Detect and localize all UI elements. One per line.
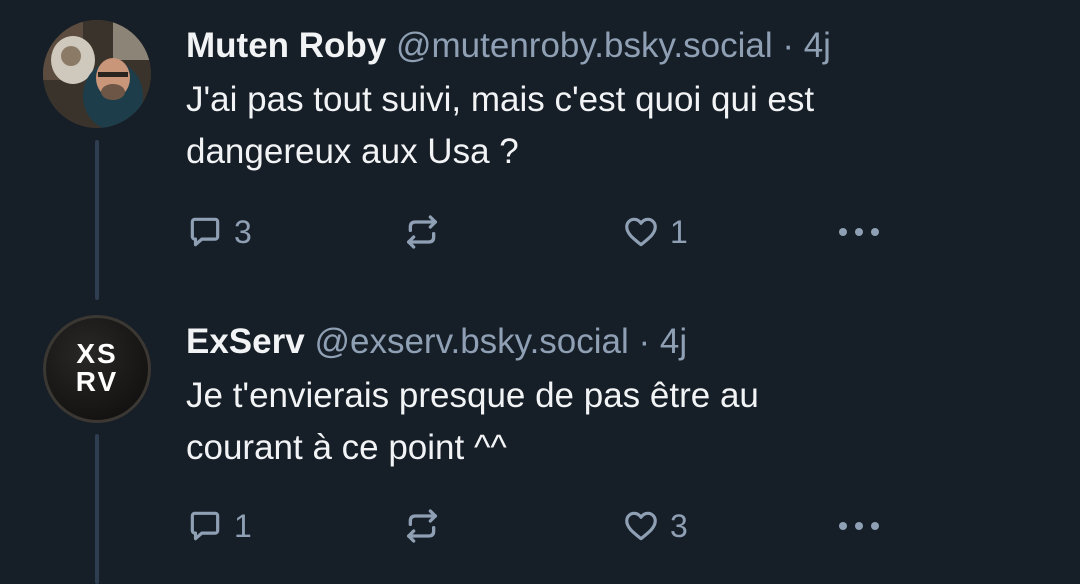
more-options-button[interactable]: [836, 506, 882, 546]
post-header: ExServ @exserv.bsky.social · 4j: [186, 318, 1040, 366]
post-actions: 3 1: [186, 212, 886, 252]
thread: Muten Roby @mutenroby.bsky.social · 4j J…: [0, 0, 1080, 584]
avatar-logo-text: XS: [76, 338, 118, 369]
post-text: J'ai pas tout suivi, mais c'est quoi qui…: [186, 74, 1040, 178]
post[interactable]: XS RV ExServ @exserv.bsky.social · 4j Je…: [0, 300, 1080, 584]
post-text-line: Je t'envierais presque de pas être au: [186, 376, 759, 415]
thread-line: [95, 434, 99, 584]
like-count: 3: [670, 508, 688, 544]
like-button[interactable]: 1: [622, 212, 688, 252]
reply-icon: [190, 217, 220, 247]
user-photo-avatar-icon: [43, 20, 151, 128]
more-icon: [839, 228, 879, 236]
post-text: Je t'envierais presque de pas être au co…: [186, 370, 1040, 474]
avatar[interactable]: XS RV: [43, 315, 151, 423]
post-text-line: J'ai pas tout suivi, mais c'est quoi qui…: [186, 80, 815, 119]
display-name[interactable]: Muten Roby: [186, 26, 386, 65]
separator: ·: [638, 322, 651, 361]
timestamp[interactable]: 4j: [660, 322, 687, 361]
reply-icon: [190, 511, 220, 541]
repost-button[interactable]: [402, 212, 442, 252]
more-icon: [839, 522, 879, 530]
thread-line: [95, 140, 99, 300]
avatar-logo-text: RV: [75, 366, 119, 397]
more-options-button[interactable]: [836, 212, 882, 252]
repost-icon: [407, 509, 437, 543]
heart-icon: [625, 511, 657, 541]
display-name[interactable]: ExServ: [186, 322, 305, 361]
handle[interactable]: @mutenroby.bsky.social: [396, 26, 773, 65]
handle[interactable]: @exserv.bsky.social: [314, 322, 628, 361]
post-text-line: courant à ce point ^^: [186, 428, 507, 467]
like-count: 1: [670, 214, 688, 250]
repost-button[interactable]: [402, 506, 442, 546]
timestamp[interactable]: 4j: [804, 26, 831, 65]
post-header: Muten Roby @mutenroby.bsky.social · 4j: [186, 22, 1040, 70]
reply-button[interactable]: 3: [186, 212, 252, 252]
post-content: ExServ @exserv.bsky.social · 4j Je t'env…: [186, 318, 1040, 474]
reply-count: 3: [234, 214, 252, 250]
like-button[interactable]: 3: [622, 506, 688, 546]
heart-icon: [625, 217, 657, 247]
post-text-line: dangereux aux Usa ?: [186, 132, 519, 171]
reply-count: 1: [234, 508, 252, 544]
post[interactable]: Muten Roby @mutenroby.bsky.social · 4j J…: [0, 0, 1080, 300]
repost-icon: [407, 215, 437, 249]
post-content: Muten Roby @mutenroby.bsky.social · 4j J…: [186, 22, 1040, 178]
post-actions: 1 3: [186, 506, 886, 546]
avatar[interactable]: [43, 20, 151, 128]
reply-button[interactable]: 1: [186, 506, 252, 546]
separator: ·: [782, 26, 794, 65]
